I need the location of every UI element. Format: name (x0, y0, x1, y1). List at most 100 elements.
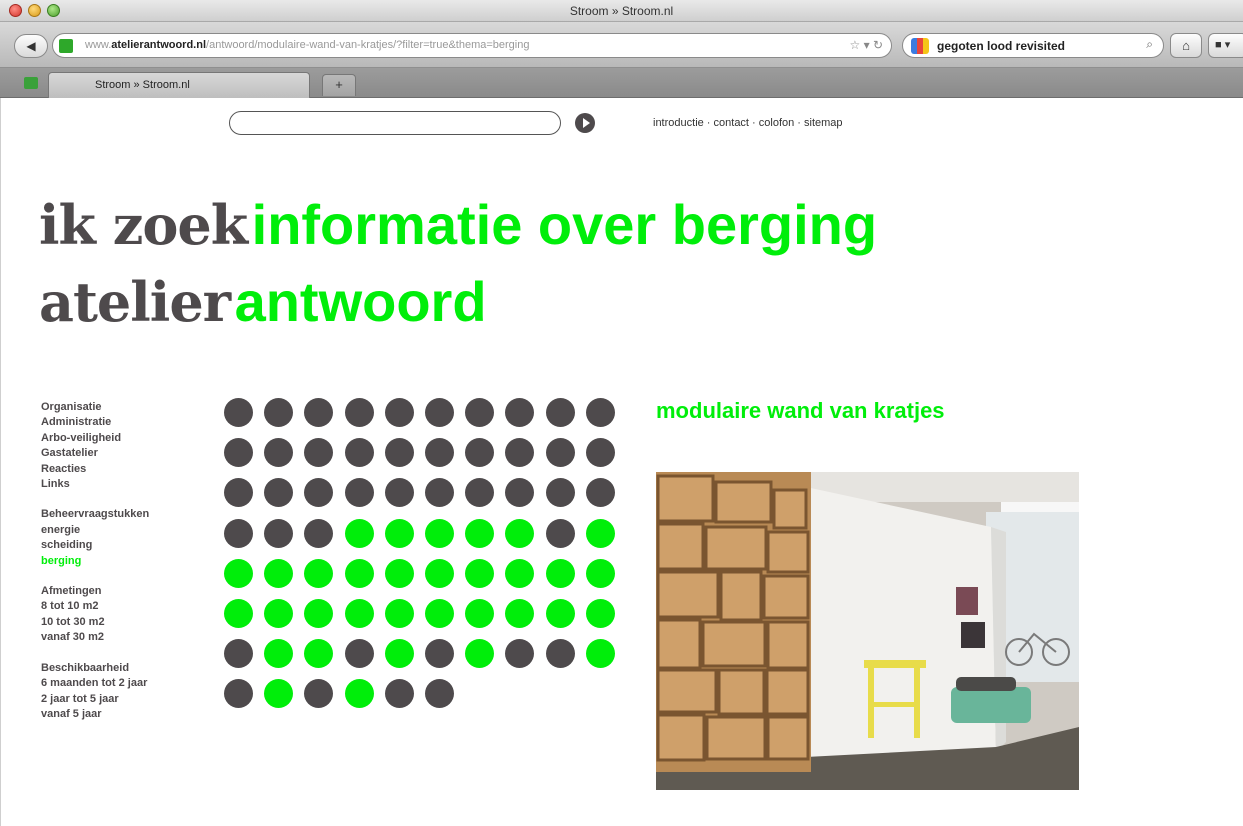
project-dot-highlighted[interactable] (586, 639, 615, 668)
project-dot-highlighted[interactable] (425, 599, 454, 628)
project-dot[interactable] (385, 398, 414, 427)
project-dot-highlighted[interactable] (465, 559, 494, 588)
project-dot-highlighted[interactable] (586, 599, 615, 628)
sidebar-item[interactable]: Organisatie (41, 400, 211, 415)
project-dot-highlighted[interactable] (304, 639, 333, 668)
project-dot-highlighted[interactable] (465, 639, 494, 668)
search-engine-icon[interactable] (911, 38, 929, 54)
project-dot-highlighted[interactable] (304, 599, 333, 628)
project-dot[interactable] (224, 478, 253, 507)
search-go-button[interactable] (575, 113, 595, 133)
sidebar-item-active[interactable]: berging (41, 554, 211, 569)
project-dot-highlighted[interactable] (264, 559, 293, 588)
project-dot[interactable] (465, 478, 494, 507)
project-dot-highlighted[interactable] (385, 519, 414, 548)
project-dot-highlighted[interactable] (224, 599, 253, 628)
project-dot-highlighted[interactable] (505, 519, 534, 548)
project-dot-highlighted[interactable] (465, 519, 494, 548)
project-dot[interactable] (224, 519, 253, 548)
project-dot-highlighted[interactable] (425, 559, 454, 588)
project-dot[interactable] (264, 398, 293, 427)
project-dot[interactable] (345, 639, 374, 668)
project-dot[interactable] (465, 398, 494, 427)
sidebar-heading[interactable]: Beschikbaarheid (41, 661, 211, 676)
project-dot-highlighted[interactable] (505, 599, 534, 628)
project-dot[interactable] (586, 398, 615, 427)
project-dot-highlighted[interactable] (264, 679, 293, 708)
project-dot-highlighted[interactable] (505, 559, 534, 588)
project-dot[interactable] (264, 519, 293, 548)
project-dot[interactable] (505, 478, 534, 507)
back-button[interactable]: ◀ (14, 34, 48, 58)
project-dot-highlighted[interactable] (465, 599, 494, 628)
project-dot[interactable] (224, 639, 253, 668)
project-dot-highlighted[interactable] (385, 599, 414, 628)
project-dot[interactable] (546, 398, 575, 427)
browser-search-field[interactable]: gegoten lood revisited ⌕ (902, 33, 1164, 58)
home-button[interactable]: ⌂ (1170, 33, 1202, 58)
project-dot-highlighted[interactable] (345, 599, 374, 628)
project-dot-highlighted[interactable] (425, 519, 454, 548)
sidebar-item[interactable]: 10 tot 30 m2 (41, 615, 211, 630)
project-dot[interactable] (586, 438, 615, 467)
project-dot-highlighted[interactable] (385, 639, 414, 668)
project-dot[interactable] (385, 478, 414, 507)
project-dot[interactable] (546, 478, 575, 507)
sidebar-item[interactable]: Gastatelier (41, 446, 211, 461)
project-dot-highlighted[interactable] (586, 559, 615, 588)
project-dot[interactable] (345, 438, 374, 467)
project-dot[interactable] (385, 679, 414, 708)
address-bar[interactable]: www.atelierantwoord.nl/antwoord/modulair… (52, 33, 892, 58)
bookmark-star-icon[interactable]: ☆ (849, 38, 860, 52)
project-dot[interactable] (345, 398, 374, 427)
project-title[interactable]: modulaire wand van kratjes (656, 398, 945, 424)
project-dot[interactable] (224, 398, 253, 427)
top-navigation[interactable]: introductie · contact · colofon · sitema… (653, 117, 843, 129)
reload-icon[interactable]: ↻ (873, 38, 883, 52)
project-dot[interactable] (304, 478, 333, 507)
sidebar-item[interactable]: Links (41, 477, 211, 492)
project-dot[interactable] (385, 438, 414, 467)
sidebar-item[interactable]: Arbo-veiligheid (41, 431, 211, 446)
project-dot[interactable] (304, 398, 333, 427)
project-dot[interactable] (505, 639, 534, 668)
project-dot[interactable] (425, 478, 454, 507)
project-dot[interactable] (425, 639, 454, 668)
sidebar-item[interactable]: 2 jaar tot 5 jaar (41, 692, 211, 707)
project-dot-highlighted[interactable] (385, 559, 414, 588)
sidebar-item[interactable]: energie (41, 523, 211, 538)
project-dot-highlighted[interactable] (546, 599, 575, 628)
project-dot[interactable] (505, 438, 534, 467)
project-dot-highlighted[interactable] (304, 559, 333, 588)
project-dot-highlighted[interactable] (264, 639, 293, 668)
project-dot[interactable] (425, 679, 454, 708)
project-dot[interactable] (546, 639, 575, 668)
project-dot[interactable] (465, 438, 494, 467)
project-dot[interactable] (505, 398, 534, 427)
project-dot[interactable] (546, 438, 575, 467)
project-dot-highlighted[interactable] (264, 599, 293, 628)
project-dot[interactable] (345, 478, 374, 507)
extensions-button[interactable]: ■ ▾ (1208, 33, 1243, 58)
sidebar-heading[interactable]: Afmetingen (41, 584, 211, 599)
project-dot-highlighted[interactable] (345, 559, 374, 588)
project-dot[interactable] (304, 679, 333, 708)
sidebar-item[interactable]: scheiding (41, 538, 211, 553)
search-icon[interactable]: ⌕ (1146, 37, 1153, 52)
project-dot[interactable] (264, 478, 293, 507)
project-dot-highlighted[interactable] (345, 679, 374, 708)
project-dot[interactable] (425, 438, 454, 467)
project-dot-highlighted[interactable] (586, 519, 615, 548)
project-dot[interactable] (425, 398, 454, 427)
sidebar-item[interactable]: Administratie (41, 415, 211, 430)
project-dot[interactable] (304, 519, 333, 548)
sidebar-item[interactable]: 8 tot 10 m2 (41, 599, 211, 614)
site-search-input[interactable] (229, 111, 561, 135)
tab-stroom[interactable]: Stroom » Stroom.nl (48, 72, 310, 98)
tab-group-icon[interactable] (24, 77, 38, 89)
sidebar-item[interactable]: vanaf 5 jaar (41, 707, 211, 722)
project-dot[interactable] (546, 519, 575, 548)
project-dot-highlighted[interactable] (224, 559, 253, 588)
project-dot[interactable] (224, 438, 253, 467)
project-dot[interactable] (224, 679, 253, 708)
